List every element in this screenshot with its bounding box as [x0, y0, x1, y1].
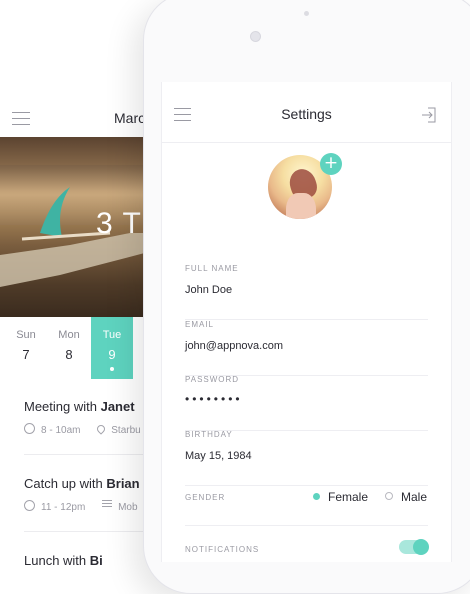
notes-icon — [102, 500, 113, 509]
day-date: 9 — [108, 347, 116, 362]
logout-icon[interactable] — [421, 106, 439, 124]
plus-icon: + — [323, 153, 339, 173]
calendar-hero-text: 3 T — [96, 207, 142, 240]
field-label: FULL NAME — [185, 264, 239, 273]
divider — [24, 531, 160, 532]
event-time: 11 - 12pm — [41, 502, 86, 513]
settings-header: Settings — [162, 82, 451, 143]
avatar-section: + — [268, 153, 342, 219]
event-indicator-dot — [110, 367, 114, 371]
gender-option-male[interactable]: Male — [385, 490, 427, 504]
calendar-screen: Marc 3 T Sun 7 Mon 8 Tue 9 Meeting with … — [0, 90, 160, 570]
field-label: PASSWORD — [185, 375, 240, 384]
field-label: EMAIL — [185, 320, 215, 329]
calendar-hero-image: 3 T — [0, 137, 160, 317]
add-photo-button[interactable]: + — [320, 153, 342, 175]
day-tue-selected[interactable]: Tue 9 — [91, 317, 133, 379]
password-value[interactable]: •••••••• — [185, 392, 243, 406]
day-date: 7 — [22, 347, 30, 362]
gender-option-label: Female — [328, 490, 369, 504]
day-name: Sun — [16, 329, 36, 341]
toggle-knob — [413, 539, 429, 555]
location-pin-icon — [95, 423, 107, 435]
event-notes: Mob — [118, 502, 138, 513]
email-value[interactable]: john@appnova.com — [185, 340, 283, 352]
settings-screen: Settings + FULL NAME John Doe EMAIL john… — [161, 82, 452, 562]
full-name-value[interactable]: John Doe — [185, 284, 232, 296]
calendar-menu-icon[interactable] — [12, 112, 30, 125]
birthday-value[interactable]: May 15, 1984 — [185, 450, 252, 462]
clock-icon — [24, 500, 35, 511]
day-mon[interactable]: Mon 8 — [48, 317, 90, 379]
page-title: Settings — [281, 106, 332, 122]
event-time: 8 - 10am — [41, 425, 81, 436]
clock-icon — [24, 423, 35, 434]
day-date: 8 — [65, 347, 73, 362]
event-person: Brian — [106, 476, 140, 491]
field-label: GENDER — [185, 493, 226, 502]
calendar-day-strip: Sun 7 Mon 8 Tue 9 — [0, 317, 160, 379]
field-label: BIRTHDAY — [185, 430, 233, 439]
gender-option-female[interactable]: Female — [313, 490, 368, 504]
divider — [24, 454, 160, 455]
front-camera — [250, 31, 261, 42]
event-person: Janet — [100, 399, 135, 414]
calendar-header: Marc — [0, 90, 160, 138]
password-field[interactable]: PASSWORD •••••••• — [185, 375, 428, 431]
notifications-row: NOTIFICATIONS — [185, 539, 429, 565]
full-name-field[interactable]: FULL NAME John Doe — [185, 264, 428, 320]
radio-unselected-icon — [385, 492, 393, 500]
event-location: Starbu — [111, 425, 141, 436]
day-name: Tue — [102, 329, 122, 341]
notifications-toggle[interactable] — [399, 539, 429, 555]
email-field[interactable]: EMAIL john@appnova.com — [185, 320, 428, 376]
speaker-dot — [304, 11, 309, 16]
day-sun[interactable]: Sun 7 — [5, 317, 47, 379]
event-title: Catch up with — [24, 476, 107, 491]
event-title: Lunch with — [24, 553, 90, 568]
day-name: Mon — [58, 329, 80, 341]
gender-option-label: Male — [401, 490, 428, 504]
event-person: Bi — [89, 553, 103, 568]
gender-field: GENDER Female Male — [185, 490, 428, 526]
calendar-month-label: Marc — [114, 110, 146, 126]
birthday-field[interactable]: BIRTHDAY May 15, 1984 — [185, 430, 428, 486]
radio-selected-icon — [313, 493, 320, 500]
event-title: Meeting with — [24, 399, 101, 414]
field-label: NOTIFICATIONS — [185, 545, 260, 554]
